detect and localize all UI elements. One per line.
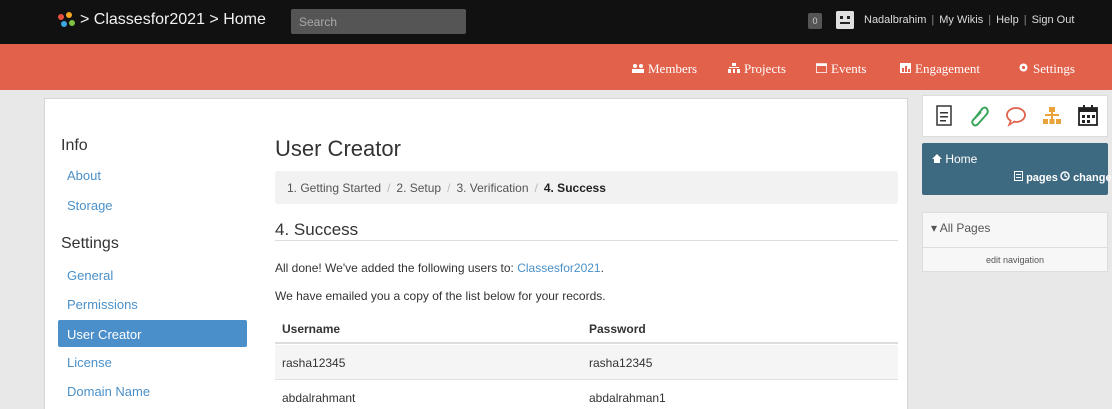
username-link[interactable]: Nadalbrahim <box>864 14 926 26</box>
user-avatar-icon[interactable] <box>836 11 854 29</box>
wizard-steps: 1. Getting Started/2. Setup/3. Verificat… <box>275 171 898 204</box>
help-link[interactable]: Help <box>996 14 1019 26</box>
nav-engagement[interactable]: Engagement <box>900 61 980 77</box>
page-title: User Creator <box>275 136 401 161</box>
nav-engagement-label: Engagement <box>915 61 980 76</box>
cell-username: rasha12345 <box>282 356 346 370</box>
all-pages-toggle[interactable]: ▾ All Pages <box>931 221 990 235</box>
email-message: We have emailed you a copy of the list b… <box>275 289 606 303</box>
nav-settings[interactable]: Settings <box>1018 61 1075 77</box>
pages-label: pages <box>1026 172 1058 184</box>
all-pages-box: ▾ All Pages edit navigation <box>922 212 1108 272</box>
my-wikis-link[interactable]: My Wikis <box>939 14 983 26</box>
nav-members-label: Members <box>648 61 698 76</box>
breadcrumb[interactable]: > Classesfor2021 > Home <box>80 11 266 29</box>
search-input[interactable]: Search <box>291 9 466 34</box>
nav-projects-label: Projects <box>744 61 786 76</box>
done-message: All done! We've added the following user… <box>275 261 604 275</box>
sign-out-link[interactable]: Sign Out <box>1032 14 1075 26</box>
top-bar: > Classesfor2021 > Home Search 0 Nadalbr… <box>0 0 1112 44</box>
sidebar-item-domain-name[interactable]: Domain Name <box>67 384 150 399</box>
page-tools <box>922 95 1108 137</box>
changes-label: changes <box>1073 172 1112 184</box>
clock-icon <box>1060 171 1070 181</box>
sidebar-heading-info: Info <box>61 137 88 154</box>
home-nav-box: Home pages changes <box>922 143 1112 195</box>
cell-username: abdalrahmant <box>282 391 356 405</box>
nav-events-label: Events <box>831 61 867 76</box>
col-header-username: Username <box>282 322 341 336</box>
edit-navigation-link[interactable]: edit navigation <box>923 255 1107 265</box>
table-row: abdalrahmant abdalrahman1 <box>275 380 898 409</box>
step-setup: 2. Setup <box>396 181 442 195</box>
section-title: 4. Success <box>275 220 359 239</box>
sidebar-item-general[interactable]: General <box>67 268 113 283</box>
home-label: Home <box>945 152 978 166</box>
top-links: Nadalbrahim | My Wikis | Help | Sign Out <box>864 14 1075 26</box>
content-panel: Info About Storage Settings General Perm… <box>44 98 908 409</box>
home-icon <box>932 154 942 163</box>
page-icon[interactable] <box>933 104 955 128</box>
done-text: All done! We've added the following user… <box>275 261 518 275</box>
page-icon <box>1014 171 1023 181</box>
done-suffix: . <box>600 261 604 275</box>
step-success: 4. Success <box>543 181 606 195</box>
sidebar-item-storage[interactable]: Storage <box>67 198 113 213</box>
comment-icon[interactable] <box>1005 104 1027 128</box>
gear-icon <box>1019 63 1028 72</box>
calendar-icon[interactable] <box>1077 104 1099 128</box>
changes-link[interactable]: changes <box>1060 171 1112 184</box>
main-nav: Members Projects Events Engagement Setti… <box>0 44 1112 90</box>
wiki-link[interactable]: Classesfor2021 <box>517 261 600 275</box>
members-icon <box>632 64 644 73</box>
cell-password: abdalrahman1 <box>589 391 666 405</box>
table-row: rasha12345 rasha12345 <box>275 345 898 379</box>
chevron-down-icon: ▾ <box>931 221 938 235</box>
projects-icon <box>728 63 740 73</box>
paperclip-icon[interactable] <box>969 104 991 128</box>
nav-members[interactable]: Members <box>632 61 697 77</box>
chart-icon <box>900 63 911 73</box>
pages-link[interactable]: pages <box>1014 171 1058 184</box>
all-pages-divider <box>923 247 1107 248</box>
calendar-icon <box>816 63 827 73</box>
nav-events[interactable]: Events <box>816 61 866 77</box>
home-link[interactable]: Home <box>932 152 977 166</box>
col-header-password: Password <box>589 322 646 336</box>
sidebar-heading-settings: Settings <box>61 235 119 252</box>
sidebar-item-user-creator[interactable]: User Creator <box>58 320 247 347</box>
sidebar-item-permissions[interactable]: Permissions <box>67 297 138 312</box>
sidebar-item-license[interactable]: License <box>67 355 112 370</box>
sidebar-item-about[interactable]: About <box>67 168 101 183</box>
sitemap-icon[interactable] <box>1041 104 1063 128</box>
cell-password: rasha12345 <box>589 356 653 370</box>
wikispaces-logo-icon[interactable] <box>56 11 78 29</box>
step-getting-started: 1. Getting Started <box>287 181 382 195</box>
notification-count[interactable]: 0 <box>808 13 822 29</box>
table-header-rule <box>275 342 898 344</box>
nav-projects[interactable]: Projects <box>728 61 786 77</box>
nav-settings-label: Settings <box>1033 61 1075 76</box>
section-divider <box>275 240 898 241</box>
step-verification: 3. Verification <box>456 181 529 195</box>
all-pages-label: All Pages <box>939 221 991 235</box>
